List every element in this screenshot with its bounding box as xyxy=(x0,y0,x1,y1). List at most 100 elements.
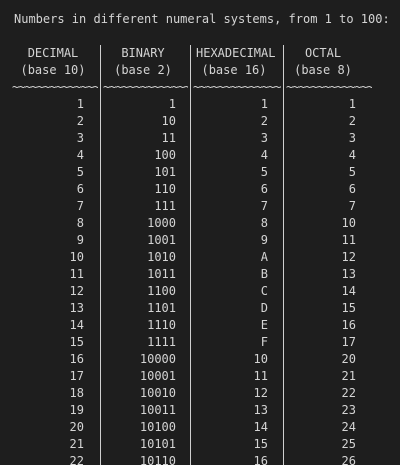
column-separator xyxy=(100,385,101,402)
cell-hexadecimal: 7 xyxy=(260,199,268,213)
column-separator xyxy=(100,402,101,419)
cell-binary: 10000 xyxy=(139,352,176,366)
header-row-names: DECIMAL BINARY HEXADECIMAL OCTAL xyxy=(0,45,400,62)
table-row: 13 1101 D 15 xyxy=(0,300,400,317)
cell-octal: 24 xyxy=(341,420,356,434)
column-separator xyxy=(190,198,191,215)
column-separator xyxy=(190,385,191,402)
column-separator xyxy=(100,96,101,113)
column-separator xyxy=(283,62,284,79)
column-separator xyxy=(190,79,191,96)
header-underline: ~~~~~~~~~~~~~~~ ~~~~~~~~~~~~~~~ ~~~~~~~~~… xyxy=(0,79,400,96)
cell-decimal: 22 xyxy=(69,454,84,465)
cell-octal: 22 xyxy=(341,386,356,400)
column-separator xyxy=(100,130,101,147)
cell-binary: 11 xyxy=(161,131,176,145)
column-separator xyxy=(283,215,284,232)
table-row: 5 101 5 5 xyxy=(0,164,400,181)
column-separator xyxy=(283,45,284,62)
cell-decimal: 2 xyxy=(76,114,84,128)
column-separator xyxy=(100,419,101,436)
output-title: Numbers in different numeral systems, fr… xyxy=(14,12,390,26)
table-body: 1 1 1 1 2 10 2 2 3 11 3 3 4 100 4 4 5 101 5 5 6 110 6 6 7 111 7 7 8 1… xyxy=(0,96,400,465)
cell-binary: 101 xyxy=(154,165,176,179)
underline-hexadecimal: ~~~~~~~~~~~~~~~~~~~~~~~~~~~~~~ xyxy=(193,80,281,94)
cell-decimal: 13 xyxy=(69,301,84,315)
column-separator xyxy=(283,130,284,147)
cell-decimal: 10 xyxy=(69,250,84,264)
column-separator xyxy=(283,334,284,351)
cell-octal: 1 xyxy=(348,97,356,111)
column-separator xyxy=(100,113,101,130)
column-separator xyxy=(100,436,101,453)
table-row: 17 10001 11 21 xyxy=(0,368,400,385)
cell-decimal: 1 xyxy=(76,97,84,111)
terminal-output: Numbers in different numeral systems, fr… xyxy=(0,0,400,465)
column-separator xyxy=(283,147,284,164)
cell-binary: 1111 xyxy=(147,335,176,349)
table-row: 3 11 3 3 xyxy=(0,130,400,147)
header-hexadecimal-base: (base 16) xyxy=(201,63,267,77)
underline-octal: ~~~~~~~~~~~~~~~~~~~~~~~~~~~~~~ xyxy=(286,80,372,94)
cell-hexadecimal: 11 xyxy=(253,369,268,383)
cell-decimal: 16 xyxy=(69,352,84,366)
cell-binary: 1011 xyxy=(147,267,176,281)
column-separator xyxy=(190,215,191,232)
column-separator xyxy=(283,266,284,283)
column-separator xyxy=(100,45,101,62)
column-separator xyxy=(283,436,284,453)
cell-binary: 10 xyxy=(161,114,176,128)
cell-hexadecimal: 13 xyxy=(253,403,268,417)
cell-binary: 1010 xyxy=(147,250,176,264)
column-separator xyxy=(190,436,191,453)
column-separator xyxy=(190,96,191,113)
column-separator xyxy=(283,453,284,465)
cell-binary: 100 xyxy=(154,148,176,162)
table-row: 14 1110 E 16 xyxy=(0,317,400,334)
header-binary: BINARY xyxy=(121,46,165,60)
column-separator xyxy=(283,419,284,436)
column-separator xyxy=(190,419,191,436)
column-separator xyxy=(100,300,101,317)
column-separator xyxy=(190,402,191,419)
column-separator xyxy=(190,232,191,249)
cell-hexadecimal: D xyxy=(260,301,268,315)
column-separator xyxy=(283,164,284,181)
cell-binary: 10011 xyxy=(139,403,176,417)
table-row: 10 1010 A 12 xyxy=(0,249,400,266)
underline-binary: ~~~~~~~~~~~~~~~~~~~~~~~~~~~~~~ xyxy=(103,80,188,94)
column-separator xyxy=(100,317,101,334)
cell-binary: 10100 xyxy=(139,420,176,434)
cell-hexadecimal: F xyxy=(260,335,268,349)
column-separator xyxy=(190,317,191,334)
column-separator xyxy=(283,96,284,113)
column-separator xyxy=(100,232,101,249)
column-separator xyxy=(190,113,191,130)
cell-hexadecimal: 9 xyxy=(260,233,268,247)
table-row: 2 10 2 2 xyxy=(0,113,400,130)
cell-hexadecimal: C xyxy=(260,284,268,298)
cell-decimal: 5 xyxy=(76,165,84,179)
table-row: 4 100 4 4 xyxy=(0,147,400,164)
cell-octal: 14 xyxy=(341,284,356,298)
column-separator xyxy=(283,198,284,215)
cell-binary: 10101 xyxy=(139,437,176,451)
numeral-table: DECIMAL BINARY HEXADECIMAL OCTAL (base 1… xyxy=(0,45,400,465)
column-separator xyxy=(283,249,284,266)
cell-binary: 1100 xyxy=(147,284,176,298)
column-separator xyxy=(190,164,191,181)
cell-decimal: 4 xyxy=(76,148,84,162)
header-decimal: DECIMAL xyxy=(27,46,79,60)
table-row: 19 10011 13 23 xyxy=(0,402,400,419)
column-separator xyxy=(283,79,284,96)
table-row: 18 10010 12 22 xyxy=(0,385,400,402)
cell-hexadecimal: 3 xyxy=(260,131,268,145)
column-separator xyxy=(283,232,284,249)
cell-decimal: 11 xyxy=(69,267,84,281)
cell-octal: 2 xyxy=(348,114,356,128)
cell-octal: 23 xyxy=(341,403,356,417)
column-separator xyxy=(100,368,101,385)
cell-decimal: 9 xyxy=(76,233,84,247)
column-separator xyxy=(283,113,284,130)
header-decimal-base: (base 10) xyxy=(20,63,86,77)
